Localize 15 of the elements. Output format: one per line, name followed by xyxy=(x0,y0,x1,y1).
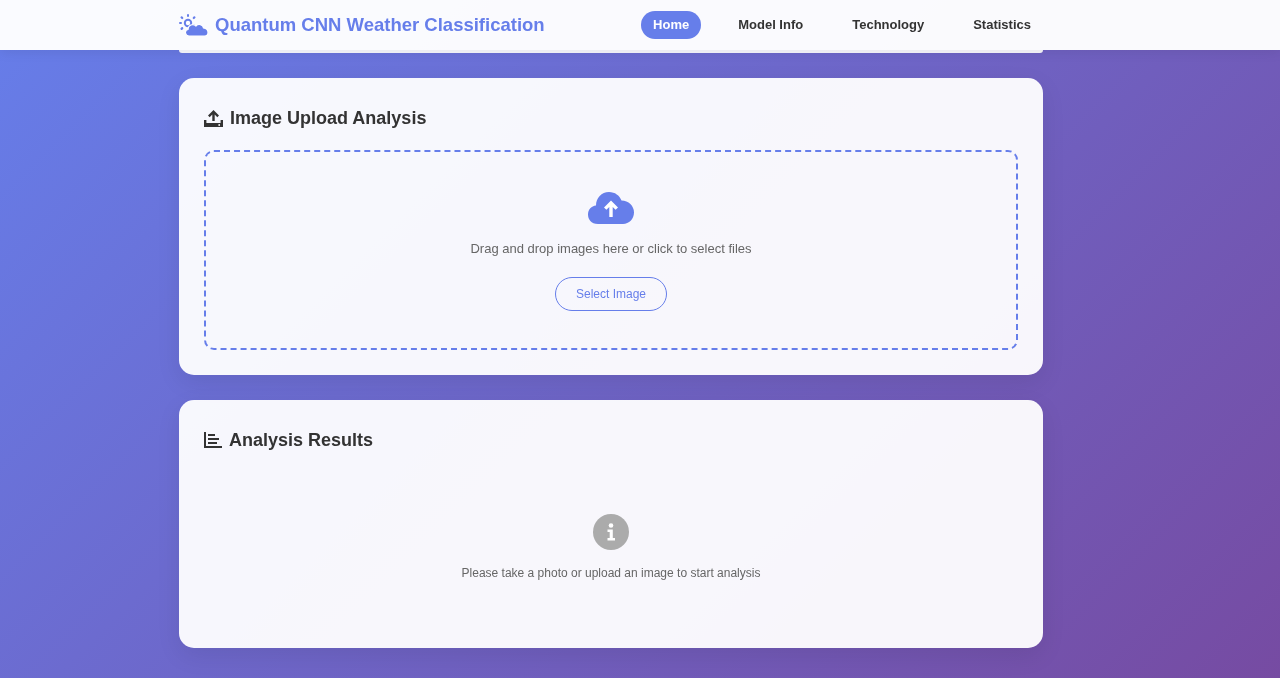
drop-zone[interactable]: Drag and drop images here or click to select files Select Image xyxy=(204,150,1018,350)
bar-chart-icon xyxy=(204,432,222,448)
info-icon xyxy=(593,514,629,550)
panel-title: Image Upload Analysis xyxy=(230,107,427,130)
cloud-sun-icon xyxy=(179,14,208,36)
panel-title: Analysis Results xyxy=(229,429,374,452)
empty-state-message: Please take a photo or upload an image to start analysis xyxy=(461,565,761,582)
app-title: Quantum CNN Weather Classification xyxy=(215,13,545,37)
nav-tab[interactable]: Model Info xyxy=(726,11,816,39)
nav-tab[interactable]: Home xyxy=(641,11,702,39)
cloud-upload-icon xyxy=(588,192,634,224)
upload-icon xyxy=(204,109,223,127)
nav-tab[interactable]: Technology xyxy=(840,11,937,39)
nav-tab[interactable]: Statistics xyxy=(961,11,1043,39)
drop-hint: Drag and drop images here or click to select files xyxy=(470,240,752,258)
